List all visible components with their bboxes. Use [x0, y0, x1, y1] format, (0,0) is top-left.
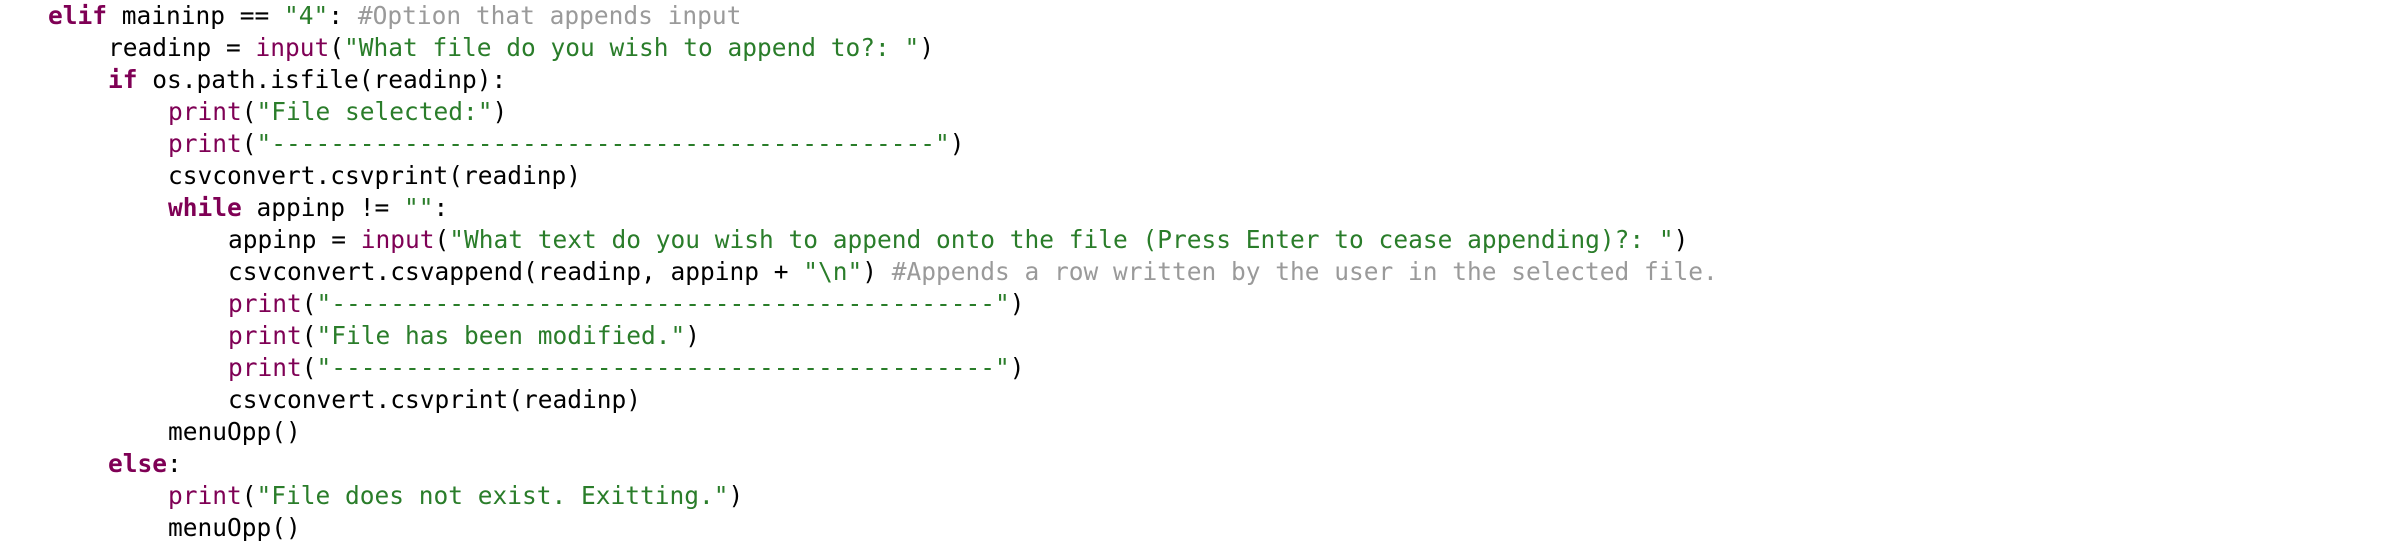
code-line: menuOpp(): [168, 416, 301, 448]
code-token-string: "---------------------------------------…: [316, 353, 1010, 382]
code-token-keyword: if: [108, 65, 138, 94]
code-token-plain: (: [329, 33, 345, 62]
code-token-plain: (: [434, 225, 450, 254]
code-line: if os.path.isfile(readinp):: [108, 64, 506, 96]
code-token-plain: :: [167, 449, 182, 478]
code-token-plain: csvconvert.csvprint(readinp): [228, 385, 642, 414]
code-token-string: "\n": [803, 257, 863, 286]
code-line: csvconvert.csvappend(readinp, appinp + "…: [228, 256, 1718, 288]
code-line: csvconvert.csvprint(readinp): [228, 384, 641, 416]
code-token-plain: :: [433, 193, 449, 222]
code-token-string: "What text do you wish to append onto th…: [449, 225, 1674, 254]
code-token-plain: ): [492, 97, 508, 126]
code-token-plain: maininp ==: [107, 1, 285, 30]
code-token-plain: appinp =: [228, 225, 361, 254]
code-line: appinp = input("What text do you wish to…: [228, 224, 1688, 256]
code-token-builtin: print: [168, 97, 242, 126]
code-token-plain: appinp !=: [241, 193, 405, 222]
code-token-builtin: print: [168, 481, 242, 510]
code-token-keyword: else: [108, 449, 168, 478]
code-token-string: "File has been modified.": [316, 321, 686, 350]
code-token-builtin: print: [228, 353, 302, 382]
code-token-keyword: while: [168, 193, 242, 222]
code-token-string: "File selected:": [256, 97, 493, 126]
code-token-builtin: input: [255, 33, 330, 62]
code-token-plain: (: [241, 97, 257, 126]
code-token-keyword: elif: [48, 1, 108, 30]
code-token-plain: csvconvert.csvappend(readinp, appinp +: [228, 257, 804, 286]
code-line: csvconvert.csvprint(readinp): [168, 160, 581, 192]
code-line: readinp = input("What file do you wish t…: [108, 32, 934, 64]
code-token-plain: readinp =: [108, 33, 256, 62]
code-token-plain: :: [328, 1, 358, 30]
code-token-builtin: print: [228, 321, 302, 350]
code-line: while appinp != "":: [168, 192, 448, 224]
code-token-builtin: input: [360, 225, 435, 254]
code-token-plain: (: [301, 321, 317, 350]
code-line: print("File does not exist. Exitting."): [168, 480, 743, 512]
code-token-builtin: print: [168, 129, 242, 158]
code-token-plain: ): [949, 129, 965, 158]
code-token-builtin: print: [228, 289, 302, 318]
code-line: elif maininp == "4": #Option that append…: [48, 0, 741, 32]
code-token-plain: os.path.isfile(readinp):: [137, 65, 507, 94]
code-token-plain: menuOpp(): [168, 513, 301, 542]
code-token-comment: #Appends a row written by the user in th…: [891, 257, 1718, 286]
code-line: print("---------------------------------…: [228, 352, 1025, 384]
code-token-plain: ): [1009, 289, 1025, 318]
code-line: print("File has been modified."): [228, 320, 700, 352]
code-token-string: "": [404, 193, 434, 222]
code-token-plain: menuOpp(): [168, 417, 301, 446]
code-token-plain: (: [241, 129, 257, 158]
code-token-string: "File does not exist. Exitting.": [256, 481, 729, 510]
code-token-plain: ): [919, 33, 935, 62]
code-token-string: "What file do you wish to append to?: ": [344, 33, 920, 62]
code-line: print("---------------------------------…: [168, 128, 965, 160]
code-token-plain: (: [241, 481, 257, 510]
code-line: menuOpp(): [168, 512, 301, 544]
code-editor[interactable]: elif maininp == "4": #Option that append…: [0, 0, 2403, 547]
code-line: print("File selected:"): [168, 96, 507, 128]
code-token-plain: (: [301, 289, 317, 318]
code-token-plain: ): [728, 481, 744, 510]
code-token-plain: ): [862, 257, 892, 286]
code-token-plain: csvconvert.csvprint(readinp): [168, 161, 582, 190]
code-token-string: "---------------------------------------…: [256, 129, 950, 158]
code-token-plain: (: [301, 353, 317, 382]
code-token-plain: ): [685, 321, 701, 350]
code-token-plain: ): [1673, 225, 1689, 254]
code-line: print("---------------------------------…: [228, 288, 1025, 320]
code-token-string: "4": [284, 1, 329, 30]
code-token-plain: ): [1009, 353, 1025, 382]
code-line: else:: [108, 448, 182, 480]
code-token-string: "---------------------------------------…: [316, 289, 1010, 318]
code-token-comment: #Option that appends input: [357, 1, 742, 30]
